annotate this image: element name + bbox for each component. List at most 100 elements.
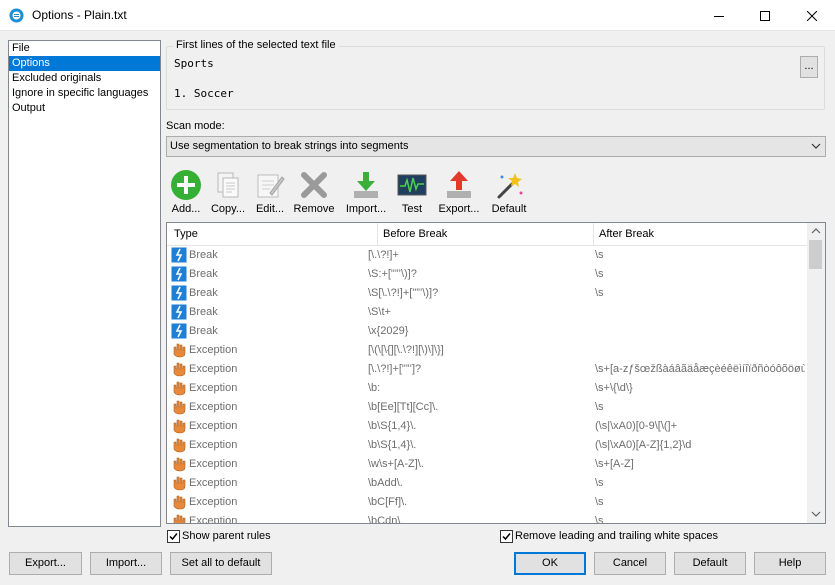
remove-rule-button[interactable]: Remove — [293, 166, 335, 218]
export-button[interactable]: Export... — [9, 552, 82, 575]
remove-icon — [301, 172, 327, 198]
show-parent-rules-checkbox[interactable] — [167, 530, 180, 543]
edit-rule-button[interactable]: Edit... — [252, 166, 288, 218]
cell-before-break: \b\S{1,4}\. — [368, 439, 417, 451]
exception-icon — [173, 400, 186, 415]
show-parent-rules-label[interactable]: Show parent rules — [182, 530, 271, 542]
ok-button[interactable]: OK — [514, 552, 586, 575]
cell-before-break: [\(\[\{][\.\?!][\)\]\}] — [368, 344, 444, 356]
help-button[interactable]: Help — [754, 552, 826, 575]
sidebar-item-options[interactable]: Options — [9, 56, 160, 71]
browse-file-button[interactable]: ... — [800, 56, 818, 78]
copy-label: Copy... — [210, 203, 246, 215]
table-row[interactable]: Exception \b: \s+\{\d\} — [167, 379, 807, 398]
cell-before-break: \bAdd\. — [368, 477, 403, 489]
column-header-after-break[interactable]: After Break — [599, 228, 654, 240]
cell-type: Break — [189, 249, 218, 261]
cell-after-break: \s+\{\d\} — [595, 382, 633, 394]
vertical-scrollbar[interactable] — [807, 223, 825, 523]
edit-label: Edit... — [255, 203, 285, 215]
export-label: Export... — [438, 203, 480, 215]
exception-icon — [173, 514, 186, 523]
cell-after-break: \s — [595, 268, 604, 280]
cell-type: Exception — [189, 477, 238, 489]
table-row[interactable]: Exception \b\S{1,4}\. (\s|\xA0)[A-Z]{1,2}\… — [167, 436, 807, 455]
cell-type: Break — [189, 306, 218, 318]
preview-group-label: First lines of the selected text file — [173, 39, 339, 51]
column-header-before-break[interactable]: Before Break — [383, 228, 447, 240]
exception-icon — [173, 343, 186, 358]
cell-before-break: [\.\?!]+ — [368, 249, 399, 261]
cell-before-break: \x{2029} — [368, 325, 409, 337]
table-row[interactable]: Exception \bAdd\. \s — [167, 474, 807, 493]
default-button[interactable]: Default — [674, 552, 746, 575]
table-row[interactable]: Break \x{2029} — [167, 322, 807, 341]
cell-type: Exception — [189, 458, 238, 470]
cell-before-break: \w\s+[A-Z]\. — [368, 458, 424, 470]
table-row[interactable]: Exception [\.\?!]+["”’]? \s+[a-zƒšœžßàáâãä… — [167, 360, 807, 379]
add-icon — [171, 170, 201, 200]
table-row[interactable]: Break \S:+["”’\)]? \s — [167, 265, 807, 284]
cell-after-break: \s — [595, 287, 604, 299]
sidebar-item-ignore-languages[interactable]: Ignore in specific languages — [9, 86, 160, 101]
window-title: Options - Plain.txt — [32, 8, 127, 22]
table-row[interactable]: Exception \b[Ee][Tt][Cc]\. \s — [167, 398, 807, 417]
sidebar-item-excluded-originals[interactable]: Excluded originals — [9, 71, 160, 86]
cell-after-break: (\s|\xA0)[A-Z]{1,2}\d — [595, 439, 692, 451]
import-rules-button[interactable]: Import... — [342, 166, 390, 218]
table-row[interactable]: Exception \bCdn\. \s — [167, 512, 807, 524]
table-row[interactable]: Exception \b\S{1,4}\. (\s|\xA0)[0-9\[\(]+ — [167, 417, 807, 436]
cell-before-break: \b: — [368, 382, 381, 394]
cell-after-break: \s — [595, 477, 604, 489]
maximize-button[interactable] — [742, 0, 788, 31]
minimize-button[interactable] — [696, 0, 742, 31]
break-icon — [171, 304, 187, 320]
default-rules-button[interactable]: Default — [488, 166, 530, 218]
table-header: Type Before Break After Break — [167, 223, 807, 246]
remove-whitespace-checkbox[interactable] — [500, 530, 513, 543]
column-separator — [593, 223, 594, 246]
cell-before-break: \bC[Ff]\. — [368, 496, 408, 508]
title-bar: Options - Plain.txt — [0, 0, 835, 31]
cell-type: Break — [189, 325, 218, 337]
exception-icon — [173, 438, 186, 453]
break-icon — [171, 323, 187, 339]
table-row[interactable]: Exception [\(\[\{][\.\?!][\)\]\}] — [167, 341, 807, 360]
scroll-thumb[interactable] — [809, 240, 822, 269]
column-header-type[interactable]: Type — [174, 228, 198, 240]
break-icon — [171, 266, 187, 282]
cell-type: Exception — [189, 515, 238, 524]
options-nav-list[interactable]: File Options Excluded originals Ignore i… — [8, 40, 161, 527]
cell-type: Break — [189, 287, 218, 299]
table-row[interactable]: Exception \bC[Ff]\. \s — [167, 493, 807, 512]
close-button[interactable] — [789, 0, 835, 31]
remove-whitespace-label[interactable]: Remove leading and trailing white spaces — [515, 530, 718, 542]
exception-icon — [173, 476, 186, 491]
table-row[interactable]: Exception \w\s+[A-Z]\. \s+[A-Z] — [167, 455, 807, 474]
import-label: Import... — [345, 203, 387, 215]
sidebar-item-output[interactable]: Output — [9, 101, 160, 116]
scan-mode-label: Scan mode: — [166, 120, 225, 132]
maximize-icon — [760, 10, 770, 21]
break-icon — [171, 247, 187, 263]
table-row[interactable]: Break \S\t+ — [167, 303, 807, 322]
copy-rule-button[interactable]: Copy... — [207, 166, 249, 218]
checkmark-icon — [502, 533, 511, 541]
table-row[interactable]: Break \S[\.\?!]+["”’\)]? \s — [167, 284, 807, 303]
test-rules-button[interactable]: Test — [394, 166, 430, 218]
set-all-default-button[interactable]: Set all to default — [170, 552, 272, 575]
export-icon — [447, 171, 471, 198]
segmentation-rules-table[interactable]: Type Before Break After Break Break [\.\?… — [166, 222, 826, 524]
cell-after-break: \s — [595, 515, 604, 524]
add-rule-button[interactable]: Add... — [168, 166, 204, 218]
sidebar-item-file[interactable]: File — [9, 41, 160, 56]
export-rules-button[interactable]: Export... — [435, 166, 483, 218]
magic-wand-icon — [497, 173, 523, 199]
close-icon — [807, 10, 817, 21]
scan-mode-select[interactable]: Use segmentation to break strings into s… — [166, 136, 826, 157]
cell-type: Exception — [189, 401, 238, 413]
table-row[interactable]: Break [\.\?!]+ \s — [167, 246, 807, 265]
import-button[interactable]: Import... — [90, 552, 162, 575]
preview-line: 1. Soccer — [174, 87, 234, 100]
cancel-button[interactable]: Cancel — [594, 552, 666, 575]
